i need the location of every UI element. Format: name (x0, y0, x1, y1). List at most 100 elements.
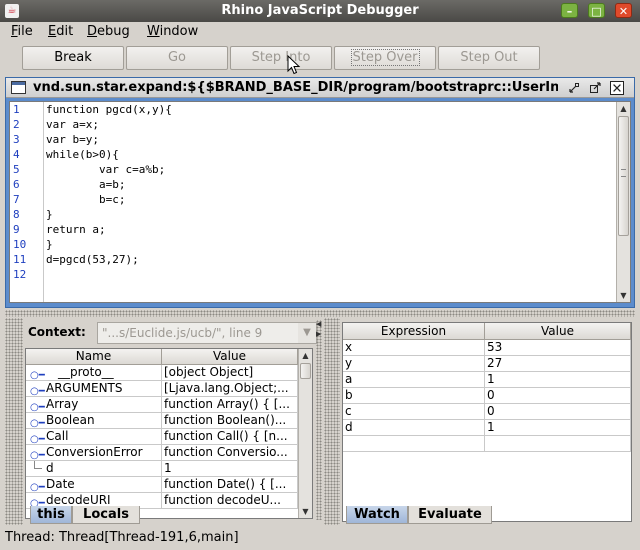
menu-file[interactable]: File (11, 24, 33, 39)
scroll-thumb[interactable] (618, 116, 629, 236)
code-editor[interactable]: 1 2 3 4 5 6 7 8 9 10 11 12 function pgcd… (9, 101, 631, 303)
table-row[interactable]: ○━ ConversionError function Conversio... (26, 445, 298, 461)
line-number: 7 (13, 193, 20, 206)
code-line: b=c; (46, 193, 126, 206)
table-row[interactable]: c 0 (343, 404, 631, 420)
table-row[interactable]: ○━ Array function Array() { [... (26, 397, 298, 413)
line-number: 2 (13, 118, 20, 131)
code-line: function pgcd(x,y){ (46, 103, 172, 116)
code-line: } (46, 238, 53, 251)
code-vertical-scrollbar[interactable]: ▲ ▼ (616, 102, 630, 302)
document-icon (11, 81, 26, 94)
tree-expand-handle-icon[interactable]: ○━ (30, 480, 45, 492)
break-button[interactable]: Break (22, 46, 124, 70)
tab-watch[interactable]: Watch (346, 506, 408, 524)
scroll-up-arrow-icon[interactable]: ▲ (617, 102, 630, 115)
vertical-split-divider[interactable]: ◀ ▶ (316, 320, 322, 520)
column-header-value[interactable]: Value (162, 349, 298, 365)
tree-leaf-line-icon (34, 461, 42, 469)
line-number: 12 (13, 268, 27, 281)
context-label: Context: (28, 325, 86, 339)
split-left-arrow-icon[interactable]: ◀ (316, 320, 321, 328)
line-number: 6 (13, 178, 20, 191)
code-line: while(b>0){ (46, 148, 119, 161)
horizontal-split-divider[interactable] (5, 310, 635, 317)
table-row[interactable]: d 1 (26, 461, 298, 477)
mouse-cursor-icon (287, 55, 301, 75)
maximize-frame-icon[interactable] (588, 81, 602, 95)
code-line: var b=y; (46, 133, 99, 146)
tree-expand-handle-icon[interactable]: ○━ (30, 384, 45, 396)
column-header-expression[interactable]: Expression (343, 323, 485, 340)
close-button[interactable]: ✕ (615, 3, 632, 18)
line-number: 8 (13, 208, 20, 221)
code-line: return a; (46, 223, 106, 236)
iconify-icon[interactable] (567, 81, 581, 95)
panel-grip[interactable] (324, 318, 340, 525)
title-bar[interactable]: ☕ Rhino JavaScript Debugger – □ ✕ (0, 0, 640, 22)
watch-tabs: Watch Evaluate (342, 506, 632, 524)
table-row[interactable]: b 0 (343, 388, 631, 404)
line-number-gutter[interactable]: 1 2 3 4 5 6 7 8 9 10 11 12 (10, 102, 44, 302)
tab-locals[interactable]: Locals (72, 506, 140, 524)
status-bar-text: Thread: Thread[Thread-191,6,main] (5, 530, 239, 545)
code-line: var a=x; (46, 118, 99, 131)
code-line: d=pgcd(53,27); (46, 253, 139, 266)
scroll-thumb[interactable] (300, 363, 311, 379)
context-select[interactable]: "...s/Euclide.js/ucb/", line 9 ▼ (97, 322, 317, 344)
menu-debug[interactable]: Debug (87, 24, 130, 39)
column-header-name[interactable]: Name (26, 349, 162, 365)
close-frame-icon[interactable] (610, 81, 624, 95)
menu-bar: File Edit Debug Window (0, 22, 640, 43)
variables-vertical-scrollbar[interactable]: ▲ ▼ (298, 349, 312, 518)
tree-expand-handle-icon[interactable]: ○━ (30, 448, 45, 460)
table-row[interactable]: y 27 (343, 356, 631, 372)
tree-expand-handle-icon[interactable]: ○━ (30, 368, 45, 380)
watch-panel: Expression Value x 53 y 27 a 1 b 0 c 0 d… (324, 318, 635, 525)
table-row[interactable]: ○━ Boolean function Boolean()... (26, 413, 298, 429)
scroll-up-arrow-icon[interactable]: ▲ (299, 349, 312, 362)
window-title: Rhino JavaScript Debugger (221, 3, 419, 18)
table-row[interactable]: ○━ __proto__ [object Object] (26, 365, 298, 381)
tree-expand-handle-icon[interactable]: ○━ (30, 400, 45, 412)
code-text[interactable]: function pgcd(x,y){ var a=x; var b=y; wh… (46, 102, 612, 302)
table-row[interactable]: x 53 (343, 340, 631, 356)
tab-this[interactable]: this (30, 506, 72, 524)
line-number: 5 (13, 163, 20, 176)
tab-evaluate[interactable]: Evaluate (408, 506, 492, 524)
line-number: 3 (13, 133, 20, 146)
toolbar: Break Go Step Into Step Over Step Out (0, 43, 640, 73)
script-window-title: vnd.sun.star.expand:${$BRAND_BASE_DIR/pr… (33, 80, 558, 95)
watch-table[interactable]: Expression Value x 53 y 27 a 1 b 0 c 0 d… (342, 322, 632, 522)
table-row-empty[interactable] (343, 436, 631, 452)
context-panel: Context: "...s/Euclide.js/ucb/", line 9 … (5, 318, 317, 525)
step-over-button[interactable]: Step Over (334, 46, 436, 70)
tree-expand-handle-icon[interactable]: ○━ (30, 416, 45, 428)
panel-grip[interactable] (5, 318, 23, 525)
line-number: 11 (13, 253, 27, 266)
table-row[interactable]: ○━ Call function Call() { [n... (26, 429, 298, 445)
menu-edit[interactable]: Edit (48, 24, 73, 39)
variables-table[interactable]: Name Value ○━ __proto__ [object Object] ○… (25, 348, 313, 519)
go-button[interactable]: Go (126, 46, 228, 70)
chevron-down-icon[interactable]: ▼ (298, 323, 316, 343)
step-out-button[interactable]: Step Out (438, 46, 540, 70)
column-header-value[interactable]: Value (485, 323, 631, 340)
menu-window[interactable]: Window (147, 24, 198, 39)
context-select-value: "...s/Euclide.js/ucb/", line 9 (102, 326, 263, 340)
code-line: a=b; (46, 178, 126, 191)
script-window: vnd.sun.star.expand:${$BRAND_BASE_DIR/pr… (5, 77, 635, 308)
tree-expand-handle-icon[interactable]: ○━ (30, 432, 45, 444)
script-window-title-bar[interactable]: vnd.sun.star.expand:${$BRAND_BASE_DIR/pr… (6, 78, 634, 98)
table-row[interactable]: ○━ ARGUMENTS [Ljava.lang.Object;... (26, 381, 298, 397)
minimize-button[interactable]: – (561, 3, 578, 18)
line-number: 1 (13, 103, 20, 116)
table-row[interactable]: a 1 (343, 372, 631, 388)
table-row[interactable]: d 1 (343, 420, 631, 436)
split-right-arrow-icon[interactable]: ▶ (316, 330, 321, 338)
table-row[interactable]: ○━ Date function Date() { [... (26, 477, 298, 493)
scroll-down-arrow-icon[interactable]: ▼ (617, 289, 630, 302)
maximize-button[interactable]: □ (588, 3, 605, 18)
step-into-button[interactable]: Step Into (230, 46, 332, 70)
